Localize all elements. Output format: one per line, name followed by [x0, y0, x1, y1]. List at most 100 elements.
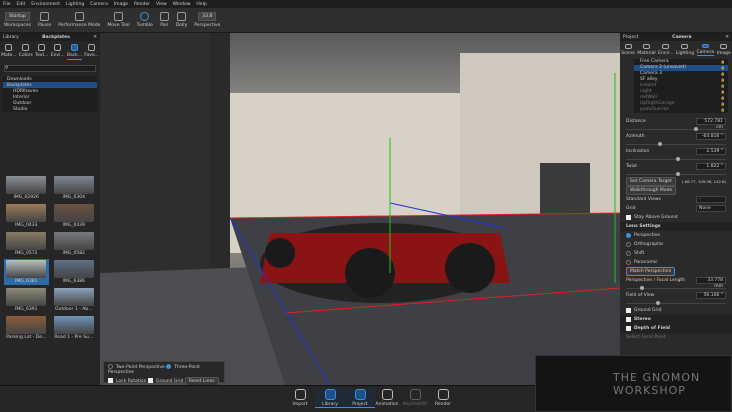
distance-input[interactable]: 572.781 cm [696, 118, 726, 130]
lock-rotation-checkbox[interactable] [108, 378, 113, 383]
backplate-thumbnail[interactable]: IMG_6386 [52, 259, 97, 285]
lens-settings-header[interactable]: Lens Settings [626, 224, 661, 229]
close-icon[interactable]: ✕ [725, 35, 729, 40]
lock-icon[interactable]: 🔒 [721, 107, 725, 113]
orthographic-radio[interactable] [626, 242, 631, 247]
performance-icon [74, 12, 84, 21]
three-point-radio[interactable] [166, 364, 172, 369]
backplate-thumbnail[interactable]: IMG_0572 [4, 231, 49, 257]
focal-length-slider[interactable] [626, 285, 726, 291]
backplate-thumbnail[interactable]: Road 1 - Pre Su... [52, 315, 97, 341]
focal-length-input[interactable]: 33.778 mm [696, 277, 726, 289]
workspace-select[interactable]: Startup [5, 12, 30, 21]
project-tab-camera[interactable]: Camera [696, 44, 715, 56]
fov-input[interactable]: 33.8 [198, 12, 217, 21]
project-tab-material[interactable]: Material [637, 44, 656, 56]
tumble-button[interactable]: Tumble [137, 12, 153, 28]
stereo-checkbox[interactable] [626, 317, 631, 322]
dolly-button[interactable]: Dolly [176, 12, 187, 28]
project-tab-lighting[interactable]: Lighting [676, 44, 694, 56]
select-focal-point-button[interactable]: Select Focal Point [626, 335, 666, 340]
ground-grid-checkbox[interactable] [626, 308, 631, 313]
set-camera-target-button[interactable]: Set Camera Target [626, 177, 676, 186]
match-perspective-button[interactable]: Match Perspective [626, 267, 676, 276]
grid-select[interactable]: None [696, 205, 726, 212]
thumbnail-label: IMG_6381 [15, 279, 38, 284]
backplate-thumbnail[interactable]: IMG_6391 [4, 287, 49, 313]
menu-view[interactable]: View [156, 2, 167, 7]
bottom-import-button[interactable]: Import [285, 389, 315, 407]
library-tab-5[interactable]: Favo... [84, 44, 99, 60]
menu-render[interactable]: Render [134, 2, 150, 7]
twist-input[interactable]: 1.822 ° [696, 163, 726, 170]
twist-slider[interactable] [626, 171, 726, 177]
perspective-radio[interactable] [626, 233, 631, 238]
azimuth-input[interactable]: -64.816 ° [696, 133, 726, 140]
two-point-radio[interactable] [108, 364, 113, 369]
library-tab-0[interactable]: Mate... [1, 44, 17, 60]
menu-window[interactable]: Window [173, 2, 191, 7]
panoramic-option: Panoramic [634, 260, 658, 265]
stereo-header[interactable]: Stereo [634, 317, 651, 322]
bottom-render-button[interactable]: Render [428, 389, 458, 407]
thumbnail-label: Road 1 - Pre Su... [54, 335, 94, 340]
backplate-thumbnail[interactable]: Outdoor 1 - Ab... [52, 287, 97, 313]
thumbnail-image [6, 204, 47, 222]
stay-above-ground-checkbox[interactable] [626, 215, 631, 220]
depth-of-field-header[interactable]: Depth of Field [634, 326, 670, 331]
project-tab-image[interactable]: Image [717, 44, 731, 56]
backplate-thumbnail[interactable]: IMG_0433 [4, 203, 49, 229]
walkthrough-mode-button[interactable]: Walkthrough Mode [626, 186, 677, 195]
backplate-thumbnail[interactable]: IMG_0304 [52, 175, 97, 201]
inclination-input[interactable]: 2.539 ° [696, 148, 726, 155]
library-tab-4[interactable]: Back... [66, 44, 83, 60]
menu-environment[interactable]: Environment [31, 2, 60, 7]
menu-lighting[interactable]: Lighting [66, 2, 84, 7]
library-tab-2[interactable]: Text... [35, 44, 49, 60]
library-search-input[interactable]: ⚲ [4, 65, 96, 72]
menu-edit[interactable]: Edit [17, 2, 26, 7]
backplate-thumbnail[interactable]: IMG_6381 [4, 259, 49, 285]
animation-icon [381, 389, 393, 400]
library-tab-1[interactable]: Colors [19, 44, 33, 60]
close-icon[interactable]: ✕ [93, 35, 97, 40]
standard-views-select[interactable]: - [696, 196, 726, 203]
depth-of-field-checkbox[interactable] [626, 326, 631, 331]
fov-input[interactable]: 56.106 ° [696, 292, 726, 299]
menu-camera[interactable]: Camera [90, 2, 108, 7]
performance-mode-button[interactable]: Performance Mode [58, 12, 100, 28]
project-tab-envir[interactable]: Envir... [658, 44, 673, 56]
bottom-project-button[interactable]: Project [345, 389, 375, 408]
shift-radio[interactable] [626, 251, 631, 256]
perspective-control[interactable]: 33.8 Perspective [194, 12, 220, 28]
project-tab-scene[interactable]: Scene [621, 44, 635, 56]
backplate-thumbnail[interactable]: IMG_0582 [52, 231, 97, 257]
thumbnail-image [6, 316, 47, 334]
library-tab-3[interactable]: Envi... [51, 44, 65, 60]
panoramic-radio[interactable] [626, 260, 631, 265]
move-tool-button[interactable]: Move Tool [107, 12, 130, 28]
backplate-thumbnail[interactable]: IMG_0439 [52, 203, 97, 229]
bottom-animation-button[interactable]: Animation [372, 389, 402, 407]
render-viewport[interactable] [100, 33, 620, 385]
menu-file[interactable]: File [3, 2, 11, 7]
menu-help[interactable]: Help [196, 2, 206, 7]
tab-label: Image [716, 51, 731, 56]
tree-item[interactable]: Studio [3, 106, 97, 112]
pause-button[interactable]: Pause [38, 12, 51, 28]
ground-grid-checkbox[interactable] [147, 378, 153, 383]
tab-label: Colors [18, 53, 33, 58]
pan-button[interactable]: Pan [159, 12, 169, 28]
fov-slider[interactable] [626, 300, 726, 306]
bottom-library-button[interactable]: Library [315, 389, 345, 408]
workspaces-control[interactable]: Startup Workspaces [4, 12, 31, 28]
distance-slider[interactable] [626, 126, 726, 132]
target-value: (-66.77, 109.08, 142.8) [681, 179, 726, 184]
backplate-thumbnail[interactable]: Parking Lot - De... [4, 315, 49, 341]
backplate-thumbnail[interactable]: IMG_02926 [4, 175, 49, 201]
bottom-keyshotxr-button[interactable]: KeyShotXR [400, 389, 430, 407]
inclination-slider[interactable] [626, 156, 726, 162]
azimuth-slider[interactable] [626, 141, 726, 147]
menu-image[interactable]: Image [114, 2, 128, 7]
menu-bar: File Edit Environment Lighting Camera Image Re… [0, 0, 732, 8]
